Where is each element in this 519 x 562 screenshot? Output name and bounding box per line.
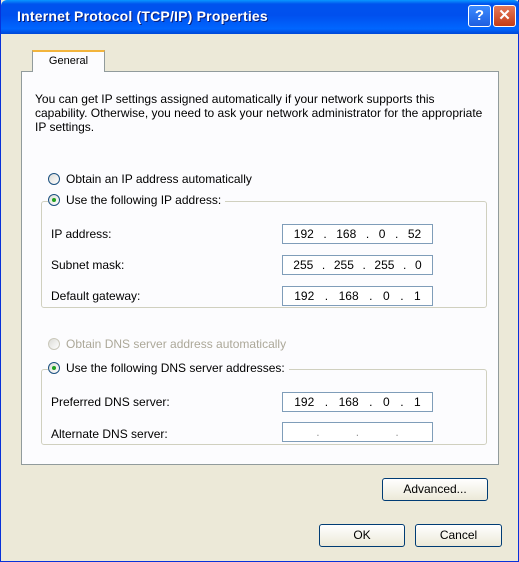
default-gateway-label: Default gateway: bbox=[51, 289, 141, 303]
radio-button-icon bbox=[48, 173, 60, 185]
radio-obtain-dns-auto: Obtain DNS server address automatically bbox=[48, 337, 286, 351]
radio-button-selected-icon bbox=[48, 194, 60, 206]
help-button[interactable]: ? bbox=[468, 5, 491, 27]
octet: 0 bbox=[383, 289, 390, 303]
subnet-mask-input[interactable]: 255. 255. 255. 0 bbox=[282, 255, 433, 275]
radio-label: Use the following IP address: bbox=[66, 193, 222, 207]
radio-button-selected-icon bbox=[48, 362, 60, 374]
octet: 0 bbox=[378, 227, 386, 241]
octet: 0 bbox=[414, 258, 422, 272]
radio-label: Obtain DNS server address automatically bbox=[66, 337, 287, 351]
octet: 168 bbox=[336, 227, 357, 241]
octet: 192 bbox=[293, 227, 314, 241]
close-icon: ✕ bbox=[498, 7, 511, 24]
alternate-dns-label: Alternate DNS server: bbox=[51, 427, 168, 441]
octet: 1 bbox=[414, 395, 421, 409]
tab-general[interactable]: General bbox=[32, 50, 105, 72]
octet: 1 bbox=[414, 289, 421, 303]
title-bar[interactable]: Internet Protocol (TCP/IP) Properties ? … bbox=[1, 0, 519, 34]
default-gateway-input[interactable]: 192. 168. 0. 1 bbox=[282, 286, 433, 306]
octet: 52 bbox=[407, 227, 422, 241]
close-button[interactable]: ✕ bbox=[493, 5, 516, 27]
intro-text: You can get IP settings assigned automat… bbox=[35, 92, 483, 134]
ip-address-label: IP address: bbox=[51, 227, 112, 241]
ok-button[interactable]: OK bbox=[319, 524, 405, 547]
question-mark-icon: ? bbox=[474, 7, 485, 24]
octet: 255 bbox=[333, 258, 354, 272]
radio-label: Use the following DNS server addresses: bbox=[66, 361, 285, 375]
octet: 168 bbox=[338, 289, 359, 303]
radio-use-following-dns[interactable]: Use the following DNS server addresses: bbox=[48, 361, 289, 375]
subnet-mask-label: Subnet mask: bbox=[51, 258, 125, 272]
preferred-dns-input[interactable]: 192. 168. 0. 1 bbox=[282, 392, 433, 412]
octet: 168 bbox=[338, 395, 359, 409]
preferred-dns-label: Preferred DNS server: bbox=[51, 395, 170, 409]
octet: 192 bbox=[294, 395, 315, 409]
dialog-window: Internet Protocol (TCP/IP) Properties ? … bbox=[0, 0, 519, 562]
radio-button-disabled-icon bbox=[48, 338, 60, 350]
radio-use-following-ip[interactable]: Use the following IP address: bbox=[48, 193, 226, 207]
window-title: Internet Protocol (TCP/IP) Properties bbox=[17, 8, 268, 24]
octet: 192 bbox=[294, 289, 315, 303]
cancel-button[interactable]: Cancel bbox=[415, 524, 502, 547]
advanced-button[interactable]: Advanced... bbox=[382, 478, 488, 501]
radio-obtain-ip-auto[interactable]: Obtain an IP address automatically bbox=[48, 172, 252, 186]
octet: 0 bbox=[383, 395, 390, 409]
ip-address-input[interactable]: 192. 168. 0. 52 bbox=[282, 224, 433, 244]
octet: 255 bbox=[374, 258, 395, 272]
alternate-dns-input[interactable]: . . . bbox=[282, 422, 433, 442]
octet: 255 bbox=[293, 258, 314, 272]
radio-label: Obtain an IP address automatically bbox=[66, 172, 252, 186]
